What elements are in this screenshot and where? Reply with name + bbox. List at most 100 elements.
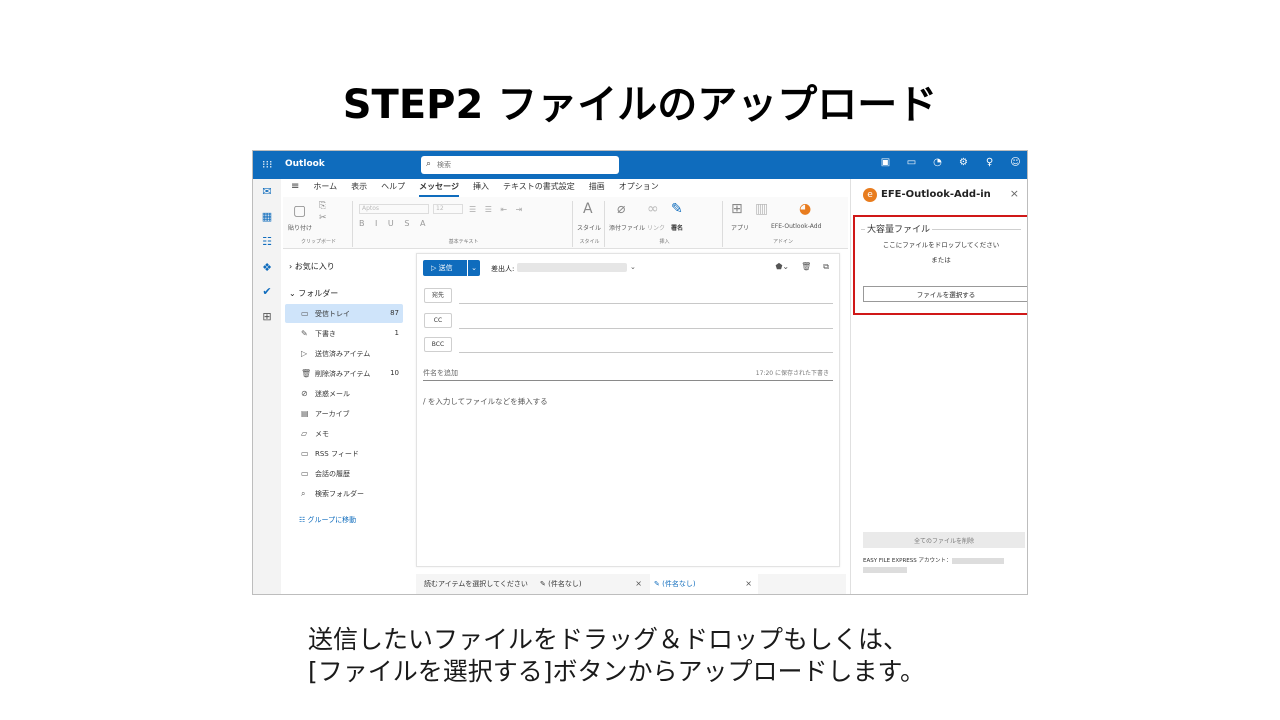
tab-draw[interactable]: 描画 xyxy=(589,181,605,197)
font-size-field[interactable]: 12 xyxy=(433,204,463,214)
left-app-rail: ✉ ▦ ☷ ❖ ✔ ⊞ xyxy=(253,179,281,594)
search-icon: ⌕ xyxy=(426,159,432,169)
close-icon[interactable]: × xyxy=(745,574,752,594)
bcc-field[interactable] xyxy=(459,352,833,353)
sensitivity-icon[interactable]: ⬟⌄ xyxy=(775,262,789,272)
hamburger-icon[interactable]: ≡ xyxy=(291,181,299,197)
cc-button[interactable]: CC xyxy=(424,313,452,328)
draft-icon: ✎ xyxy=(301,329,308,338)
link-label[interactable]: リンク xyxy=(647,223,665,232)
tab-insert[interactable]: 挿入 xyxy=(473,181,489,197)
list-buttons[interactable]: ☰ ☰ ⇤ ⇥ xyxy=(469,205,525,214)
bcc-button[interactable]: BCC xyxy=(424,337,452,352)
calendar-icon[interactable]: ▦ xyxy=(260,210,274,224)
link-icon[interactable]: ∞ xyxy=(647,201,659,217)
lightbulb-icon[interactable]: ♀ xyxy=(982,157,997,168)
copy-icon[interactable]: ⎘ xyxy=(319,201,326,211)
search-box[interactable]: ⌕ xyxy=(421,156,619,174)
close-icon[interactable]: × xyxy=(635,574,642,594)
chevron-down-icon[interactable]: ⌄ xyxy=(630,263,636,271)
tab-message[interactable]: メッセージ xyxy=(419,181,459,197)
apps-label[interactable]: アプリ xyxy=(731,223,749,232)
signature-label[interactable]: 署名 xyxy=(671,223,683,232)
files-icon[interactable]: ❖ xyxy=(260,261,274,275)
folder-label: メモ xyxy=(315,430,329,438)
insert-group-label: 挿入 xyxy=(659,239,670,245)
paste-icon[interactable]: ▢ xyxy=(293,203,306,219)
folder-junk[interactable]: ⊘ 迷惑メール xyxy=(285,384,403,403)
from-address-blurred[interactable] xyxy=(517,263,627,272)
send-dropdown[interactable]: ⌄ xyxy=(468,260,480,276)
ribbon: ▢ 貼り付け ⎘ ✂ クリップボード Aptos 12 B I U S A ☰ … xyxy=(283,197,848,249)
addin-title: EFE-Outlook-Add-in xyxy=(881,189,991,200)
styles-group-label: スタイル xyxy=(579,239,600,245)
font-name-field[interactable]: Aptos xyxy=(359,204,429,214)
subject-field[interactable]: 件名を追加 xyxy=(423,368,458,378)
tab-help[interactable]: ヘルプ xyxy=(381,181,405,197)
cut-icon[interactable]: ✂ xyxy=(319,213,327,223)
reading-tab[interactable]: 読むアイテムを選択してください xyxy=(420,574,536,594)
discard-icon[interactable]: 🗑 xyxy=(801,262,811,272)
folder-label: RSS フィード xyxy=(315,450,359,458)
mail-icon[interactable]: ✉ xyxy=(260,185,274,199)
tab-options[interactable]: オプション xyxy=(619,181,659,197)
todo-icon[interactable]: ✔ xyxy=(260,285,274,299)
delete-all-files-button[interactable]: 全てのファイルを削除 xyxy=(863,532,1025,548)
chart-icon[interactable]: ▥ xyxy=(755,201,768,217)
attach-file-label[interactable]: 添付ファイル xyxy=(609,223,645,232)
feedback-icon[interactable]: ▭ xyxy=(904,157,919,168)
message-body[interactable]: / を入力してファイルなどを挿入する xyxy=(423,396,548,407)
caption-line-1: 送信したいファイルをドラッグ＆ドロップもしくは、 xyxy=(308,625,909,654)
to-field[interactable] xyxy=(459,303,833,304)
favorites-header[interactable]: › お気に入り xyxy=(289,261,335,272)
format-buttons[interactable]: B I U S A xyxy=(359,219,429,228)
folder-history[interactable]: ▭ 会話の履歴 xyxy=(285,464,403,483)
signature-icon[interactable]: ✎ xyxy=(671,201,683,217)
to-button[interactable]: 宛先 xyxy=(424,288,452,303)
go-to-groups-link[interactable]: ☷ グループに移動 xyxy=(299,515,356,525)
tab-format-text[interactable]: テキストの書式設定 xyxy=(503,181,575,197)
app-launcher-icon[interactable]: ⁝⁝⁝ xyxy=(262,159,274,171)
folder-label: 削除済みアイテム xyxy=(315,370,371,378)
bell-icon[interactable]: ◔ xyxy=(930,157,945,168)
tab-home[interactable]: ホーム xyxy=(313,181,337,197)
select-file-button[interactable]: ファイルを選択する xyxy=(863,286,1027,302)
folders-header[interactable]: ⌄ フォルダー xyxy=(289,288,338,299)
styles-icon[interactable]: A xyxy=(583,201,593,217)
folder-label: 受信トレイ xyxy=(315,310,350,318)
efe-addin-label[interactable]: EFE-Outlook-Add xyxy=(771,223,821,230)
draft-tab-label: (件名なし) xyxy=(662,580,696,588)
folder-drafts[interactable]: ✎ 下書き 1 xyxy=(285,324,403,343)
people-icon[interactable]: ☷ xyxy=(260,235,274,249)
apps-icon[interactable]: ⊞ xyxy=(260,310,274,324)
folder-notes[interactable]: ▱ メモ xyxy=(285,424,403,443)
efe-addin-icon[interactable]: ◕ xyxy=(799,201,811,217)
apps-grid-icon[interactable]: ⊞ xyxy=(731,201,743,217)
account-icon[interactable]: ☺ xyxy=(1008,157,1023,168)
popout-icon[interactable]: ⧉ xyxy=(823,262,829,272)
cc-field[interactable] xyxy=(459,328,833,329)
folder-rss[interactable]: ▭ RSS フィード xyxy=(285,444,403,463)
tab-view[interactable]: 表示 xyxy=(351,181,367,197)
paperclip-icon[interactable]: ⌀ xyxy=(617,201,625,217)
folder-search[interactable]: ⌕ 検索フォルダー xyxy=(285,484,403,503)
folder-label: 会話の履歴 xyxy=(315,470,350,478)
history-icon: ▭ xyxy=(301,469,309,478)
close-icon[interactable]: × xyxy=(1010,187,1019,200)
gear-icon[interactable]: ⚙ xyxy=(956,157,971,168)
send-button[interactable]: ▷ 送信 xyxy=(423,260,467,276)
folder-count: 87 xyxy=(390,309,399,317)
folder-deleted[interactable]: 🗑 削除済みアイテム 10 xyxy=(285,364,403,383)
folder-archive[interactable]: ▤ アーカイブ xyxy=(285,404,403,423)
draft-tab-2[interactable]: ✎ (件名なし) × xyxy=(650,574,758,594)
meet-now-icon[interactable]: ▣ xyxy=(878,157,893,168)
folder-inbox[interactable]: ▭ 受信トレイ 87 xyxy=(285,304,403,323)
compose-pane: ▷ 送信 ⌄ 差出人: ⌄ ⬟⌄ 🗑 ⧉ 宛先 CC BCC 件名を追加 17:… xyxy=(416,253,840,567)
folder-sent[interactable]: ▷ 送信済みアイテム xyxy=(285,344,403,363)
addin-group: ⊞ アプリ ▥ ◕ EFE-Outlook-Add アドイン xyxy=(725,201,841,247)
account-name-blurred xyxy=(951,557,1004,564)
slide-caption: 送信したいファイルをドラッグ＆ドロップもしくは、 [ファイルを選択する]ボタンか… xyxy=(308,624,925,688)
search-input[interactable] xyxy=(437,158,612,172)
app-name: Outlook xyxy=(285,159,325,169)
draft-tab-1[interactable]: ✎ (件名なし) × xyxy=(536,574,648,594)
